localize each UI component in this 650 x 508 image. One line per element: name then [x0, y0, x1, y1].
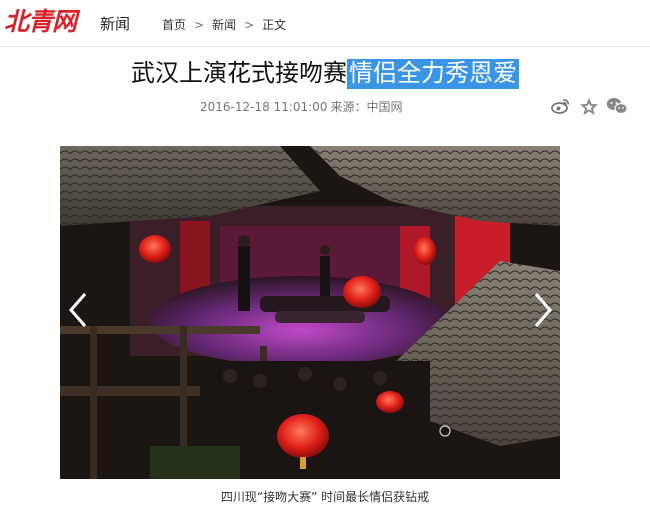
breadcrumb-news[interactable]: 新闻	[212, 16, 236, 33]
gallery-photo[interactable]	[60, 146, 560, 479]
source-name: 中国网	[366, 100, 403, 114]
breadcrumb-separator: >	[194, 18, 205, 32]
source-label: 来源：	[330, 100, 367, 114]
breadcrumb-separator: >	[244, 18, 255, 32]
photo-caption: 四川现“接吻大赛” 时间最长情侣获钻戒	[220, 490, 430, 504]
article-meta: 2016-12-18 11:01:00 来源：中国网	[200, 98, 405, 115]
breadcrumb-current: 正文	[262, 18, 287, 32]
article-datetime: 2016-12-18 11:01:00	[200, 100, 328, 114]
breadcrumb-home[interactable]: 首页	[162, 16, 186, 33]
share-bar	[550, 96, 628, 116]
gallery-prev-button[interactable]	[66, 290, 90, 330]
star-icon[interactable]	[578, 96, 600, 116]
site-header: 北青网 新闻 首页 > 新闻 > 正文	[0, 0, 650, 47]
article-title-main: 武汉上演花式接吻赛	[131, 59, 347, 87]
wechat-icon[interactable]	[606, 96, 628, 116]
section-label[interactable]: 新闻	[100, 13, 130, 34]
article-title-highlight: 情侣全力秀恩爱	[347, 59, 519, 89]
gallery-next-button[interactable]	[531, 290, 555, 330]
site-logo[interactable]: 北青网	[4, 2, 77, 38]
breadcrumb: 首页 > 新闻 > 正文	[162, 16, 286, 33]
weibo-icon[interactable]	[550, 96, 572, 116]
article-title: 武汉上演花式接吻赛情侣全力秀恩爱	[0, 53, 650, 89]
